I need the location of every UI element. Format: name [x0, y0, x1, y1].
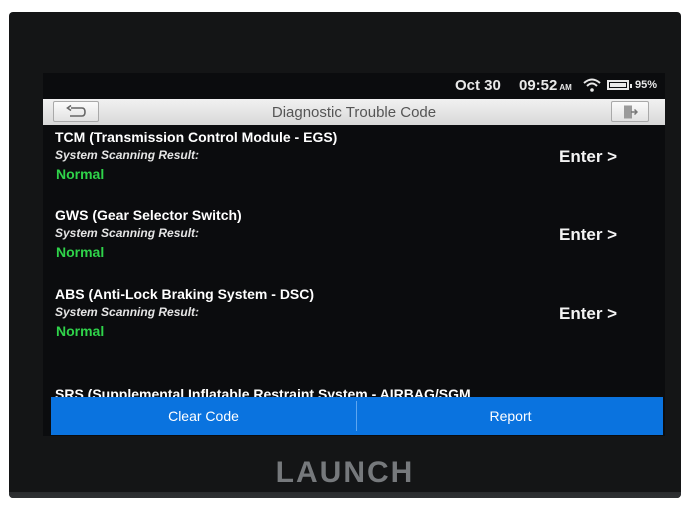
system-name: GWS (Gear Selector Switch) — [55, 207, 242, 223]
status-date: Oct 30 — [455, 77, 501, 94]
scan-status: Normal — [56, 166, 105, 182]
status-time: 09:52 AM — [519, 77, 572, 94]
battery-icon — [607, 80, 632, 90]
photo-background: Oct 30 09:52 AM 95% Diagnostic Trouble C… — [0, 0, 689, 514]
enter-button[interactable]: Enter > — [559, 147, 617, 167]
system-item-gws: GWS (Gear Selector Switch) System Scanni… — [43, 207, 665, 283]
scan-status: Normal — [56, 323, 105, 339]
system-item-tcm: TCM (Transmission Control Module - EGS) … — [43, 129, 665, 205]
wifi-icon — [583, 78, 601, 92]
scan-status: Normal — [56, 244, 105, 260]
action-divider — [356, 401, 357, 431]
scan-result-label: System Scanning Result: — [55, 226, 200, 240]
status-bar: Oct 30 09:52 AM 95% — [43, 73, 665, 97]
action-bar: Clear Code Report — [51, 397, 663, 435]
system-item-abs: ABS (Anti-Lock Braking System - DSC) Sys… — [43, 286, 665, 362]
exit-icon — [624, 105, 638, 118]
system-name: TCM (Transmission Control Module - EGS) — [55, 129, 338, 145]
system-name: ABS (Anti-Lock Braking System - DSC) — [55, 286, 315, 302]
status-clock: 09:52 — [519, 77, 558, 94]
scan-tool-device: Oct 30 09:52 AM 95% Diagnostic Trouble C… — [9, 12, 681, 498]
page-title: Diagnostic Trouble Code — [271, 104, 437, 121]
report-button[interactable]: Report — [358, 397, 663, 435]
title-bar: Diagnostic Trouble Code — [43, 99, 665, 125]
system-list: TCM (Transmission Control Module - EGS) … — [43, 129, 665, 399]
status-ampm: AM — [559, 83, 572, 92]
enter-button[interactable]: Enter > — [559, 225, 617, 245]
enter-button[interactable]: Enter > — [559, 304, 617, 324]
exit-button[interactable] — [611, 101, 649, 122]
battery-percent: 95% — [635, 79, 658, 91]
device-bezel-bottom — [9, 492, 681, 498]
clear-code-button[interactable]: Clear Code — [51, 397, 356, 435]
launch-logo: LAUNCH — [275, 456, 415, 489]
scan-result-label: System Scanning Result: — [55, 148, 200, 162]
scan-result-label: System Scanning Result: — [55, 305, 200, 319]
device-screen: Oct 30 09:52 AM 95% Diagnostic Trouble C… — [43, 73, 665, 436]
